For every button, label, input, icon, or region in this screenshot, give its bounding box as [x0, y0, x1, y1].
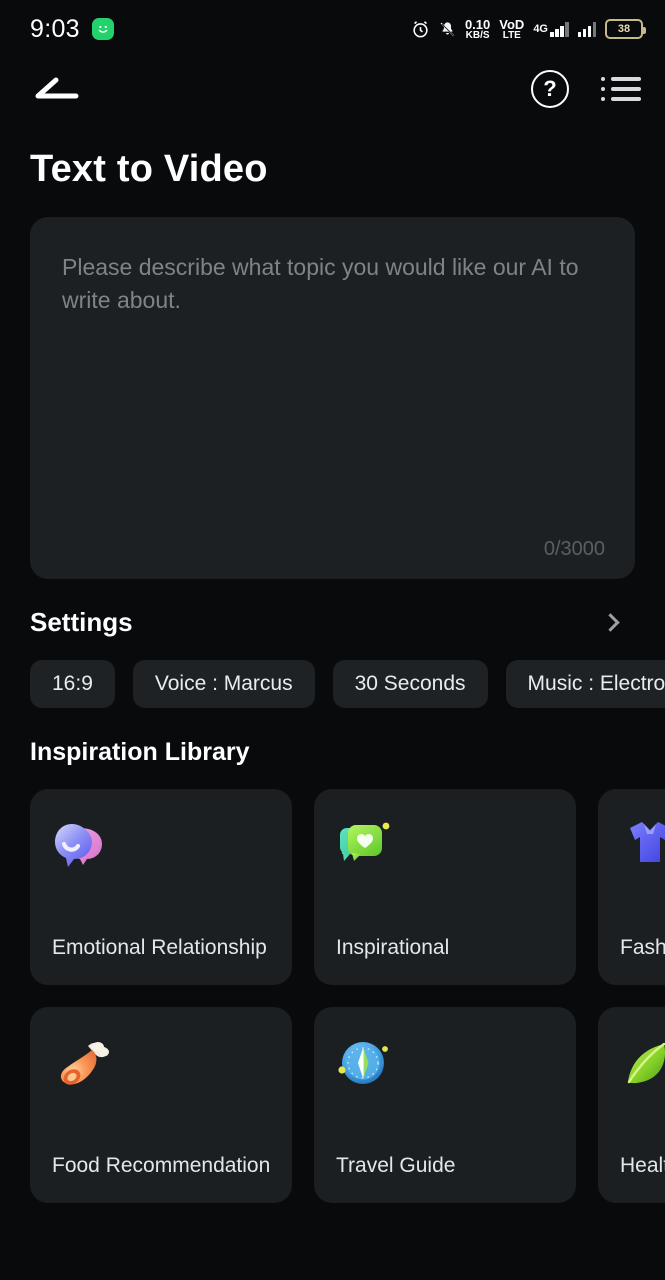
back-arrow-icon[interactable]	[34, 76, 80, 102]
help-question-icon: ?	[531, 70, 569, 108]
character-counter: 0/3000	[543, 538, 605, 560]
chip-voice[interactable]: Voice : Marcus	[132, 660, 315, 708]
volte-line-1: VoD	[499, 16, 525, 32]
signal-bars-sim1-icon	[550, 21, 569, 37]
leaf-icon	[620, 1035, 665, 1091]
inspiration-card-grid: Emotional Relationship Inspirational Fas…	[0, 767, 665, 1203]
card-travel-guide[interactable]: Travel Guide	[314, 1007, 576, 1203]
card-inspirational[interactable]: Inspirational	[314, 789, 576, 985]
card-label: Food Recommendation	[52, 1153, 271, 1177]
card-label: Fashion	[620, 935, 665, 959]
compass-icon	[336, 1035, 554, 1091]
volte-icon: VoD LTE	[499, 18, 524, 41]
alarm-clock-icon	[411, 20, 430, 39]
prompt-placeholder-text: Please describe what topic you would lik…	[62, 254, 579, 313]
network-speed-indicator: 0.10 KB/S	[465, 18, 490, 41]
card-fashion[interactable]: Fashion	[598, 789, 665, 985]
battery-level-label: 38	[617, 23, 631, 35]
settings-row[interactable]: Settings	[0, 579, 665, 638]
inspiration-library-title: Inspiration Library	[30, 738, 250, 766]
status-bar-left: 9:03	[30, 15, 114, 44]
prompt-textarea[interactable]: Please describe what topic you would lik…	[30, 217, 635, 579]
chevron-right-icon[interactable]	[601, 613, 620, 632]
list-menu-icon	[601, 77, 641, 101]
volte-line-2: LTE	[502, 29, 521, 41]
smiley-face-glyph	[98, 25, 108, 33]
page-title: Text to Video	[30, 148, 268, 190]
status-bar: 9:03 0.10 KB/S VoD LTE 4G 38	[0, 0, 665, 58]
clothing-icon	[620, 817, 665, 873]
history-menu-button[interactable]	[601, 77, 641, 101]
settings-label: Settings	[30, 607, 133, 637]
app-nav-bar: ?	[0, 58, 665, 120]
chip-duration[interactable]: 30 Seconds	[332, 660, 488, 708]
card-emotional-relationship[interactable]: Emotional Relationship	[30, 789, 292, 985]
card-food-recommendation[interactable]: Food Recommendation	[30, 1007, 292, 1203]
smiley-app-icon	[91, 18, 114, 40]
card-health[interactable]: Health	[598, 1007, 665, 1203]
battery-icon: 38	[605, 19, 646, 39]
network-speed-unit: KB/S	[465, 29, 490, 41]
chip-music[interactable]: Music : Electronic	[505, 660, 665, 708]
settings-chips-list: 16:9 Voice : Marcus 30 Seconds Music : Elec…	[0, 638, 665, 708]
chat-bubble-smile-icon	[52, 817, 270, 873]
network-speed-value: 0.10	[464, 16, 491, 32]
status-bar-right: 0.10 KB/S VoD LTE 4G 38	[411, 18, 646, 41]
mobile-data-indicator: 4G	[533, 21, 569, 37]
card-label: Inspirational	[336, 935, 450, 959]
card-label: Emotional Relationship	[52, 935, 267, 959]
status-time: 9:03	[30, 14, 80, 43]
card-label: Travel Guide	[336, 1153, 456, 1177]
bell-muted-icon	[439, 20, 456, 39]
network-type-label: 4G	[533, 22, 548, 35]
nav-actions: ?	[531, 70, 641, 108]
chip-aspect-ratio[interactable]: 16:9	[30, 660, 115, 708]
meat-on-bone-icon	[52, 1035, 270, 1091]
card-label: Health	[620, 1153, 665, 1177]
help-button[interactable]: ?	[531, 70, 569, 108]
signal-bars-sim2-icon	[577, 21, 596, 37]
chat-bubble-heart-icon	[336, 817, 554, 873]
